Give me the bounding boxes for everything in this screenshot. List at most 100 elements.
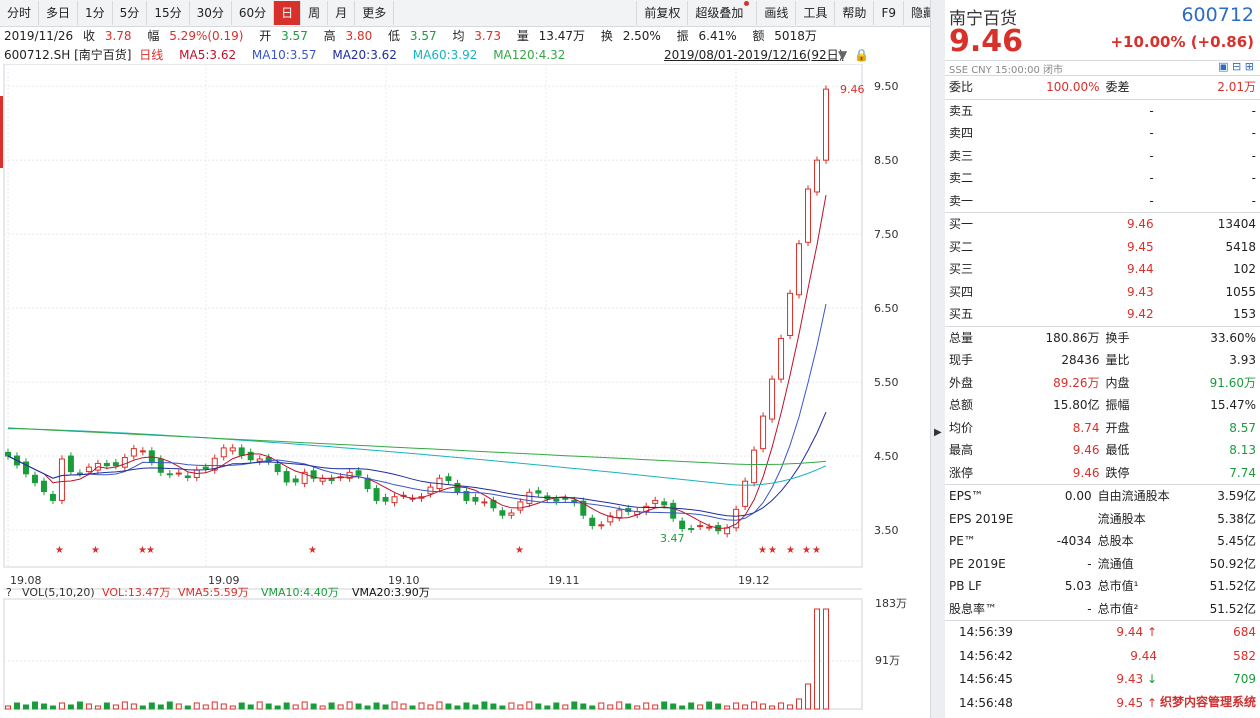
volume-bar — [724, 705, 731, 710]
bid-row: 买二 9.45 5418 — [945, 236, 1260, 259]
fundamental-value: 50.92亿 — [1209, 556, 1257, 571]
tick-time: 14:56:48 — [959, 695, 1013, 710]
period-tab-0[interactable]: 分时 — [0, 1, 40, 25]
volume-bar — [787, 704, 794, 710]
kline-chart[interactable]: 9.508.507.506.505.504.503.5019.08 19.09 19… — [0, 64, 942, 714]
ask-label: 卖五 — [949, 103, 974, 118]
volume-bar — [211, 701, 218, 710]
period-tab-7[interactable]: 日 — [274, 1, 302, 25]
bid-label: 买二 — [949, 239, 974, 254]
volume-bar — [40, 703, 47, 710]
panel-tool-icons[interactable]: ▣ ⊟ ⊞ — [1218, 60, 1254, 73]
volume-bar — [391, 701, 398, 710]
tick-row: 14:56:42 9.44 582 — [945, 645, 1260, 669]
toolbar-button-2[interactable]: 画线 — [756, 1, 795, 25]
candle-body — [697, 525, 704, 528]
fundamental-label: PE™ — [949, 534, 976, 548]
volume-bar — [31, 701, 38, 710]
candle-body — [526, 491, 533, 504]
period-tab-9[interactable]: 月 — [328, 1, 356, 25]
candle-body — [562, 497, 569, 500]
fundamental-value: - — [1087, 556, 1092, 571]
volume-bar — [247, 704, 254, 710]
volume-bar — [76, 701, 83, 710]
bid-volume: 1055 — [1225, 284, 1256, 299]
toolbar-button-label: 工具 — [803, 6, 828, 20]
candle-body — [175, 472, 182, 475]
candle-body — [670, 502, 677, 519]
ask-price: - — [1149, 148, 1154, 163]
close-label: 收 — [83, 29, 96, 43]
collapse-arrow-icon[interactable]: ▶ — [934, 427, 942, 438]
stat-row: 总量 180.86万 换手 33.60% — [945, 327, 1260, 350]
period-tab-1[interactable]: 多日 — [39, 1, 79, 25]
period-tab-4[interactable]: 15分 — [147, 1, 190, 25]
tick-volume: 709 — [1233, 672, 1256, 686]
bid-volume: 153 — [1233, 307, 1256, 321]
volume-bar — [220, 703, 227, 710]
dropdown-icon[interactable]: ▼ — [838, 46, 847, 64]
event-star-icon: ★ — [768, 545, 777, 556]
volume-bar — [769, 705, 776, 710]
fundamental-value: 51.52亿 — [1209, 579, 1257, 593]
low-value: 3.57 — [409, 29, 437, 43]
volume-bar — [427, 704, 434, 710]
watermark-text: 织梦内容管理系统 — [1159, 693, 1256, 710]
period-tab-6[interactable]: 60分 — [232, 1, 275, 25]
toolbar-button-0[interactable]: 前复权 — [636, 1, 687, 25]
stat-label: 换手 — [1105, 330, 1130, 345]
candle-body — [706, 526, 713, 529]
event-star-icon: ★ — [812, 545, 821, 556]
vol-label: 量 — [516, 29, 529, 43]
event-star-icon: ★ — [91, 545, 100, 556]
period-tab-2[interactable]: 1分 — [78, 1, 113, 25]
fundamental-label: 总股本 — [1097, 534, 1134, 548]
tick-price: 9.44 — [1130, 648, 1157, 663]
period-tab-8[interactable]: 周 — [301, 1, 329, 25]
candle-body — [724, 527, 731, 535]
volume-tick-label: 183万 — [875, 597, 907, 610]
volume-bar — [256, 701, 263, 710]
fundamental-value: 5.03 — [1064, 579, 1092, 593]
candle-body — [805, 188, 812, 243]
ask-row: 卖五 - - — [945, 100, 1260, 123]
fundamental-label: 自由流通股本 — [1097, 489, 1170, 503]
volume-bar — [733, 702, 740, 710]
price-change: +10.00% (+0.86) — [1110, 33, 1254, 51]
toolbar-button-4[interactable]: 帮助 — [834, 1, 873, 25]
toolbar-button-3[interactable]: 工具 — [795, 1, 834, 25]
panel-splitter[interactable]: ▶ — [930, 0, 946, 718]
vma20-label: VMA20:3.90万 — [352, 586, 430, 599]
y-tick-label: 8.50 — [874, 154, 899, 167]
toolbar-button-label: 前复权 — [644, 6, 681, 20]
diff-label: 委差 — [1105, 80, 1130, 94]
stat-label: 均价 — [949, 420, 974, 435]
fundamental-label: 流通股本 — [1097, 511, 1146, 526]
volume-bar — [58, 702, 65, 710]
ask-row: 卖四 - - — [945, 122, 1260, 145]
stat-value: 180.86万 — [1045, 330, 1100, 345]
volume-bar — [193, 702, 200, 710]
bid-row: 买五 9.42 153 — [945, 303, 1260, 326]
period-tab-10[interactable]: 更多 — [355, 1, 395, 25]
candle-body — [49, 494, 56, 501]
volume-bar — [598, 702, 605, 710]
candle-body — [283, 471, 290, 483]
bid-price: 9.43 — [1126, 284, 1154, 299]
toolbar-button-5[interactable]: F9 — [873, 1, 903, 25]
event-star-icon: ★ — [786, 545, 795, 556]
volume-bar — [400, 703, 407, 710]
candle-body — [166, 473, 173, 476]
candle-body — [76, 472, 83, 475]
period-tab-5[interactable]: 30分 — [190, 1, 232, 25]
date-range-selector[interactable]: 2019/08/01-2019/12/16(92日) — [664, 46, 843, 64]
volume-bar — [103, 702, 110, 710]
volume-bar — [472, 704, 479, 710]
lock-icon[interactable]: 🔒 — [854, 46, 869, 64]
volume-bar — [175, 703, 182, 710]
period-tab-3[interactable]: 5分 — [113, 1, 148, 25]
open-value: 3.57 — [281, 29, 308, 43]
toolbar-button-1[interactable]: 超级叠加 — [687, 1, 756, 25]
volume-bar — [634, 705, 641, 710]
stat-label: 内盘 — [1105, 375, 1130, 390]
